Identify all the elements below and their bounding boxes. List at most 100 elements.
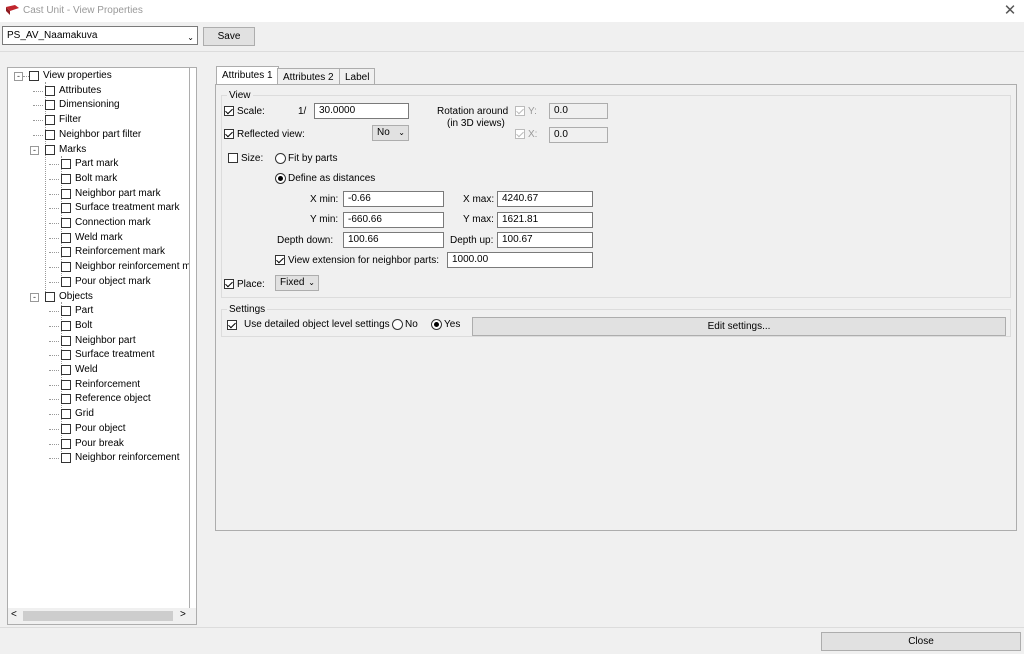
define-distances-label: Define as distances (288, 173, 376, 184)
yes-radio[interactable] (431, 319, 442, 330)
save-button[interactable]: Save (203, 27, 255, 46)
tree-item-label: Neighbor part (75, 334, 136, 346)
view-group-title: View (227, 90, 253, 101)
view-extension-input[interactable]: 1000.00 (447, 252, 593, 268)
tree-checkbox[interactable] (61, 262, 71, 273)
collapse-icon[interactable]: - (30, 292, 39, 302)
tree-item-label: Surface treatment (75, 349, 155, 361)
tree-checkbox[interactable] (61, 350, 71, 361)
tree-checkbox[interactable] (61, 232, 71, 243)
tree-checkbox[interactable] (61, 438, 71, 449)
tree-checkbox[interactable] (61, 409, 71, 420)
place-dropdown[interactable]: Fixed ⌄ (275, 275, 319, 291)
no-label: No (405, 319, 418, 330)
tree-item-label: Bolt mark (75, 172, 118, 184)
rot-y-checkbox (515, 106, 525, 116)
reflected-checkbox[interactable] (224, 129, 234, 139)
tree-content: - View properties Attributes Dimensioning… (8, 68, 190, 608)
tree-checkbox[interactable] (29, 71, 39, 81)
xmax-input[interactable]: 4240.67 (497, 191, 593, 207)
tree-checkbox[interactable] (61, 335, 71, 346)
collapse-icon[interactable]: - (14, 72, 23, 81)
yes-label: Yes (444, 319, 461, 330)
edit-settings-button[interactable]: Edit settings... (472, 317, 1006, 336)
tree-checkbox[interactable] (61, 320, 71, 331)
ymax-input[interactable]: 1621.81 (497, 212, 593, 228)
window-title: Cast Unit - View Properties (23, 5, 143, 16)
view-extension-checkbox[interactable] (275, 255, 285, 265)
tree-checkbox[interactable] (45, 144, 55, 155)
reflected-value: No (377, 127, 390, 138)
rot-x-input: 0.0 (549, 127, 608, 143)
horizontal-scrollbar[interactable]: < > (8, 608, 196, 624)
tree-checkbox[interactable] (61, 218, 71, 228)
xmin-input[interactable]: -0.66 (343, 191, 444, 207)
scrollbar-thumb[interactable] (23, 611, 173, 621)
reflected-dropdown[interactable]: No ⌄ (372, 125, 409, 141)
tree-item-label: Surface treatment mark (75, 202, 180, 214)
tree-checkbox[interactable] (61, 306, 71, 317)
tree-line (49, 164, 59, 166)
tab-panel: View Settings (215, 84, 1017, 531)
tree-checkbox[interactable] (61, 394, 71, 405)
scale-input[interactable]: 30.0000 (314, 103, 409, 119)
close-window-icon[interactable]: ✕ (1000, 2, 1020, 20)
tree-checkbox[interactable] (61, 247, 71, 258)
tree-checkbox[interactable] (45, 115, 55, 126)
scale-checkbox[interactable] (224, 106, 234, 116)
size-checkbox[interactable] (228, 153, 238, 163)
tree-item-label: Neighbor reinforcement ma (75, 261, 190, 273)
tree-checkbox[interactable] (61, 188, 71, 199)
detailed-settings-label: Use detailed object level settings (244, 319, 390, 330)
fit-by-parts-radio[interactable] (275, 153, 286, 164)
collapse-icon[interactable]: - (30, 145, 39, 155)
fit-by-parts-label: Fit by parts (288, 153, 338, 164)
preset-dropdown[interactable]: PS_AV_Naamakuva ⌄ (2, 26, 198, 45)
ymin-input[interactable]: -660.66 (343, 212, 444, 228)
tree-checkbox[interactable] (61, 276, 71, 287)
ymin-label: Y min: (310, 214, 339, 225)
tab-attributes-1[interactable]: Attributes 1 (216, 66, 279, 86)
scroll-left-icon[interactable]: < (11, 609, 17, 620)
tree-item-label: Reference object (75, 393, 151, 405)
tree-line (49, 223, 59, 224)
scroll-right-icon[interactable]: > (180, 609, 186, 620)
tree-checkbox[interactable] (45, 129, 55, 140)
tree-line (49, 399, 59, 401)
tree-line (49, 340, 59, 342)
tree-checkbox[interactable] (61, 453, 71, 464)
title-bar: Cast Unit - View Properties ✕ (0, 0, 1024, 22)
no-radio[interactable] (392, 319, 403, 330)
tree-line (33, 134, 43, 136)
tree-item-label: Dimensioning (59, 99, 120, 111)
tree-line (49, 355, 59, 357)
tree-line (33, 90, 43, 92)
tree-line (49, 281, 59, 283)
tree-item-label: Objects (59, 290, 93, 302)
depth-down-input[interactable]: 100.66 (343, 232, 444, 248)
tree-line (49, 267, 59, 269)
tree-checkbox[interactable] (61, 173, 71, 184)
define-distances-radio[interactable] (275, 173, 286, 184)
tree-checkbox[interactable] (45, 291, 55, 302)
rot-y-label: Y: (528, 106, 537, 117)
depth-up-input[interactable]: 100.67 (497, 232, 593, 248)
tree-line (33, 120, 43, 122)
tree-checkbox[interactable] (61, 159, 71, 170)
tree-checkbox[interactable] (45, 85, 55, 96)
tree-checkbox[interactable] (61, 203, 71, 214)
tree-checkbox[interactable] (61, 379, 71, 390)
tree-line (49, 252, 59, 254)
tree-item-label: Reinforcement (75, 378, 141, 390)
tree-item-label: Pour object (75, 422, 126, 434)
tree-checkbox[interactable] (45, 100, 55, 111)
tree-item-label: Grid (75, 408, 94, 420)
tree-line (49, 311, 59, 313)
tree-checkbox[interactable] (61, 365, 71, 375)
tree-checkbox[interactable] (61, 423, 71, 434)
place-checkbox[interactable] (224, 279, 234, 289)
tree-line (33, 105, 43, 107)
detailed-settings-checkbox[interactable] (227, 320, 237, 330)
view-properties-tree[interactable]: - View properties Attributes Dimensioning… (7, 67, 197, 625)
close-button[interactable]: Close (821, 632, 1021, 651)
